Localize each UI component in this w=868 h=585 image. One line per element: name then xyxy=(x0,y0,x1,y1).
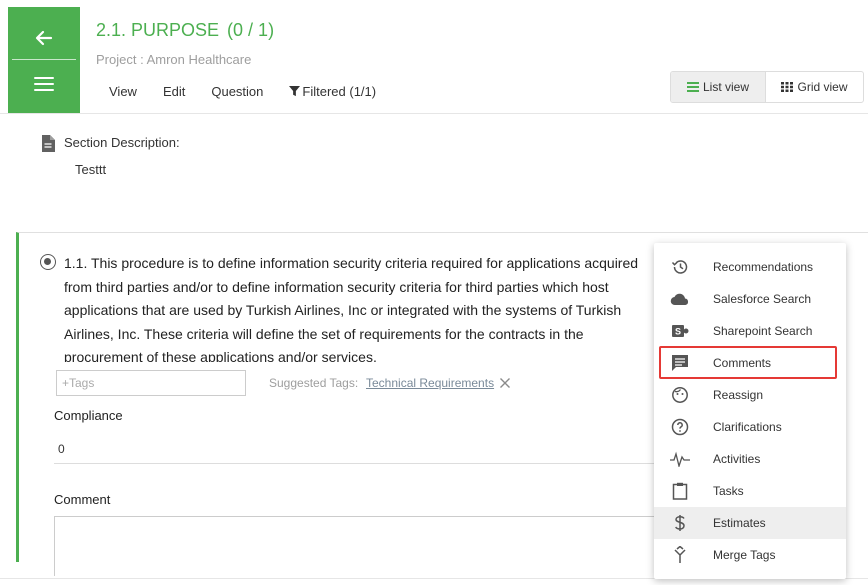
title-text: 2.1. PURPOSE xyxy=(96,20,220,40)
hamburger-menu-button[interactable] xyxy=(28,67,60,101)
menu-item-reassign[interactable]: Reassign xyxy=(654,379,846,411)
grid-icon xyxy=(781,82,794,92)
nav-view-label: View xyxy=(109,84,137,99)
nav-edit[interactable]: Edit xyxy=(150,82,198,101)
title-count: (0 / 1) xyxy=(227,20,275,40)
comment-icon xyxy=(670,353,690,373)
menu-item-estimates[interactable]: Estimates xyxy=(654,507,846,539)
nav-question[interactable]: Question xyxy=(198,82,276,101)
menu-item-label: Activities xyxy=(713,452,761,466)
menu-item-label: Merge Tags xyxy=(713,548,776,562)
merge-icon xyxy=(670,545,690,565)
menu-item-activities[interactable]: Activities xyxy=(654,443,846,475)
arrow-left-icon xyxy=(35,30,53,46)
clipboard-icon xyxy=(670,481,690,501)
hamburger-icon xyxy=(34,77,54,91)
document-icon xyxy=(41,135,55,157)
project-subtitle: Project : Amron Healthcare xyxy=(96,52,252,67)
list-view-label: List view xyxy=(702,80,749,94)
menu-item-salesforce-search[interactable]: Salesforce Search xyxy=(654,283,846,315)
svg-text:S: S xyxy=(675,327,681,337)
compliance-underline xyxy=(54,463,674,464)
header-action-tile xyxy=(8,7,80,113)
menu-item-label: Clarifications xyxy=(713,420,782,434)
nav-view[interactable]: View xyxy=(96,82,150,101)
menu-item-label: Sharepoint Search xyxy=(713,324,813,338)
question-actions-menu: Recommendations Salesforce Search S Shar… xyxy=(654,243,846,579)
tags-input[interactable] xyxy=(56,370,246,396)
face-icon xyxy=(670,385,690,405)
section-description-value: Testtt xyxy=(75,162,107,177)
top-nav: View Edit Question Filtered (1/1) xyxy=(96,82,389,101)
nav-question-label: Question xyxy=(211,84,264,99)
comment-label: Comment xyxy=(54,492,111,507)
menu-item-label: Recommendations xyxy=(713,260,814,274)
nav-filtered-label: Filtered (1/1) xyxy=(302,84,377,99)
nav-filtered[interactable]: Filtered (1/1) xyxy=(276,82,389,101)
section-description-label: Section Description: xyxy=(64,135,180,150)
tile-divider xyxy=(12,59,76,60)
page-title: 2.1. PURPOSE (0 / 1) xyxy=(96,20,274,41)
history-icon xyxy=(670,257,690,277)
question-text: 1.1. This procedure is to define informa… xyxy=(64,255,639,362)
suggested-tag-link[interactable]: Technical Requirements xyxy=(366,376,494,390)
menu-item-label: Reassign xyxy=(713,388,764,402)
view-toggle: List view Grid view xyxy=(670,71,864,103)
pulse-icon xyxy=(670,449,690,469)
list-view-button[interactable]: List view xyxy=(671,72,765,102)
menu-item-label: Estimates xyxy=(713,516,766,530)
sharepoint-icon: S xyxy=(670,321,690,341)
header-divider xyxy=(0,113,868,114)
menu-item-label: Tasks xyxy=(713,484,744,498)
menu-item-clarifications[interactable]: Clarifications xyxy=(654,411,846,443)
menu-item-recommendations[interactable]: Recommendations xyxy=(654,251,846,283)
menu-item-tasks[interactable]: Tasks xyxy=(654,475,846,507)
menu-item-label: Salesforce Search xyxy=(713,292,812,306)
nav-edit-label: Edit xyxy=(162,84,186,99)
back-button[interactable] xyxy=(28,21,60,55)
dollar-icon xyxy=(670,513,690,533)
menu-item-merge-tags[interactable]: Merge Tags xyxy=(654,539,846,571)
close-icon[interactable] xyxy=(499,376,511,394)
menu-item-sharepoint-search[interactable]: S Sharepoint Search xyxy=(654,315,846,347)
comment-textarea[interactable] xyxy=(54,516,674,576)
menu-item-label: Comments xyxy=(713,356,772,370)
cloud-icon xyxy=(670,289,690,309)
compliance-value[interactable]: 0 xyxy=(58,442,65,456)
menu-item-comments[interactable]: Comments xyxy=(654,347,846,379)
compliance-label: Compliance xyxy=(54,408,123,423)
list-icon xyxy=(686,82,699,92)
question-radio[interactable] xyxy=(40,254,56,270)
grid-view-label: Grid view xyxy=(797,80,848,94)
help-circle-icon xyxy=(670,417,690,437)
grid-view-button[interactable]: Grid view xyxy=(765,72,863,102)
filter-icon xyxy=(289,86,301,97)
suggested-tags-label: Suggested Tags: xyxy=(269,376,359,390)
